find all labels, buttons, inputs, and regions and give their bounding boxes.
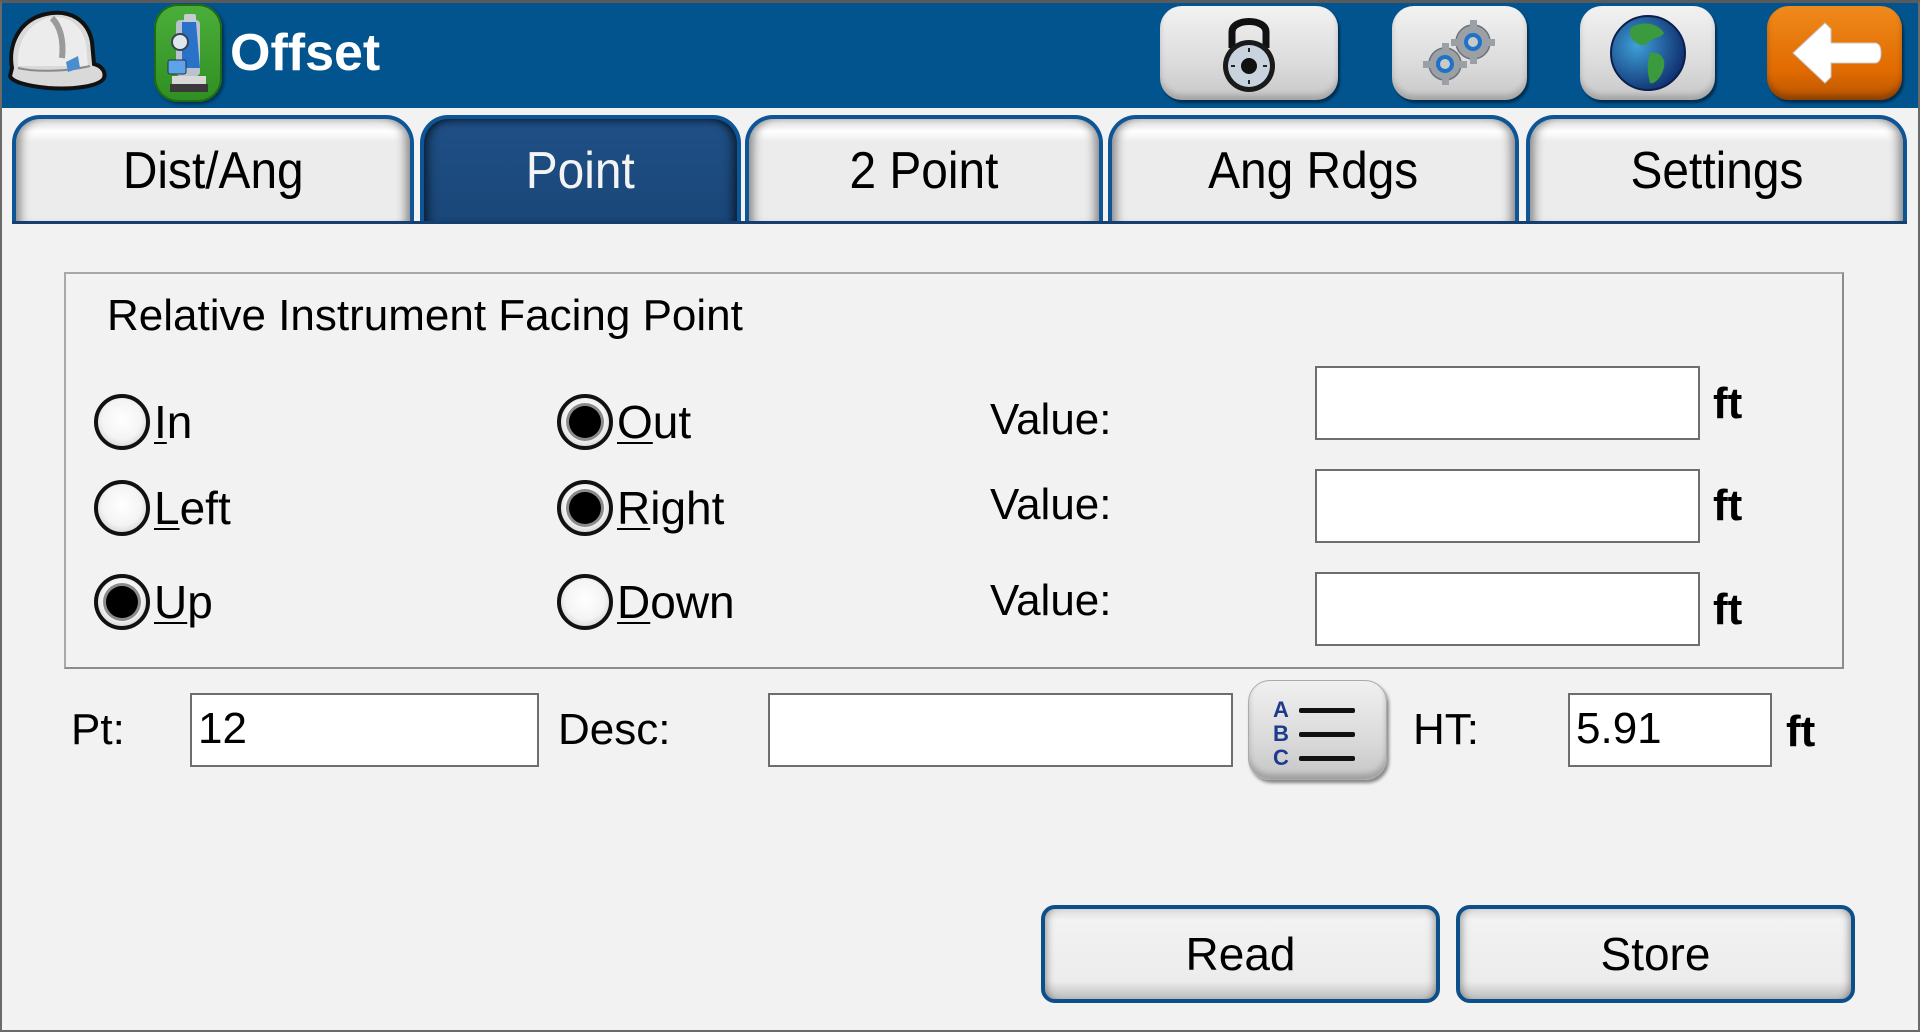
radio-indicator	[557, 480, 613, 536]
radio-indicator	[94, 394, 150, 450]
radio-down[interactable]: Down	[557, 574, 735, 630]
tab-label: Settings	[1630, 142, 1803, 200]
radio-indicator	[557, 394, 613, 450]
tab-strip-baseline	[12, 221, 1907, 224]
tab-2-point[interactable]: 2 Point	[745, 115, 1103, 223]
radio-up[interactable]: Up	[94, 574, 213, 630]
pt-input[interactable]: 12	[190, 693, 539, 767]
value-label-in-out: Value:	[990, 395, 1112, 444]
value-input-in-out[interactable]	[1315, 366, 1700, 440]
tab-label: 2 Point	[849, 142, 999, 200]
radio-out[interactable]: Out	[557, 394, 691, 450]
app-title: Offset	[230, 24, 381, 82]
radio-in[interactable]: In	[94, 394, 192, 450]
value-input-left-right[interactable]	[1315, 469, 1700, 543]
pt-label: Pt:	[71, 705, 125, 754]
tab-strip: Dist/Ang Point 2 Point Ang Rdgs Settings	[0, 112, 1920, 224]
store-button[interactable]: Store	[1456, 905, 1855, 1003]
total-station-icon	[154, 4, 222, 102]
value-label-up-down: Value:	[990, 576, 1112, 625]
globe-icon	[1609, 15, 1686, 91]
radio-indicator	[94, 480, 150, 536]
desc-list-button[interactable]: A B C	[1248, 680, 1387, 780]
ht-label: HT:	[1413, 705, 1479, 754]
settings-button[interactable]	[1392, 6, 1527, 100]
gears-icon	[1422, 20, 1495, 85]
radio-label: Left	[154, 482, 231, 534]
ht-input[interactable]: 5.91	[1568, 693, 1772, 767]
radio-label: In	[154, 396, 193, 448]
read-button[interactable]: Read	[1041, 905, 1440, 1003]
radio-label: Up	[154, 576, 213, 628]
lock-button[interactable]	[1160, 6, 1338, 100]
desc-input[interactable]	[768, 693, 1233, 767]
value-label-left-right: Value:	[990, 480, 1112, 529]
radio-label: Out	[617, 396, 692, 448]
unit-label: ft	[1713, 379, 1743, 428]
tab-label: Point	[525, 142, 636, 200]
tab-ang-rdgs[interactable]: Ang Rdgs	[1108, 115, 1519, 223]
radio-indicator	[557, 574, 613, 630]
value-input-up-down[interactable]	[1315, 572, 1700, 646]
hard-hat-icon	[7, 10, 107, 91]
radio-left[interactable]: Left	[94, 480, 231, 536]
back-button[interactable]	[1767, 6, 1902, 100]
header-bar: Offset	[0, 0, 1920, 108]
abc-letter: B	[1273, 721, 1289, 746]
group-title: Relative Instrument Facing Point	[107, 291, 743, 340]
tab-label: Dist/Ang	[122, 142, 304, 200]
radio-label: Down	[617, 576, 735, 628]
padlock-icon	[1223, 18, 1275, 92]
desc-label: Desc:	[558, 705, 671, 754]
unit-label: ft	[1713, 585, 1743, 634]
tab-point[interactable]: Point	[420, 115, 741, 223]
tab-dist-ang[interactable]: Dist/Ang	[12, 115, 414, 223]
radio-right[interactable]: Right	[557, 480, 724, 536]
tab-label: Ang Rdgs	[1208, 142, 1419, 200]
radio-indicator	[94, 574, 150, 630]
unit-label: ft	[1713, 481, 1743, 530]
tab-settings[interactable]: Settings	[1526, 115, 1907, 223]
back-arrow-icon	[1791, 22, 1882, 84]
ht-unit-label: ft	[1786, 707, 1816, 756]
abc-letter: A	[1273, 697, 1289, 722]
abc-list-icon: A B C	[1273, 697, 1355, 770]
abc-letter: C	[1273, 745, 1289, 770]
radio-label: Right	[617, 482, 725, 534]
globe-button[interactable]	[1580, 6, 1715, 100]
